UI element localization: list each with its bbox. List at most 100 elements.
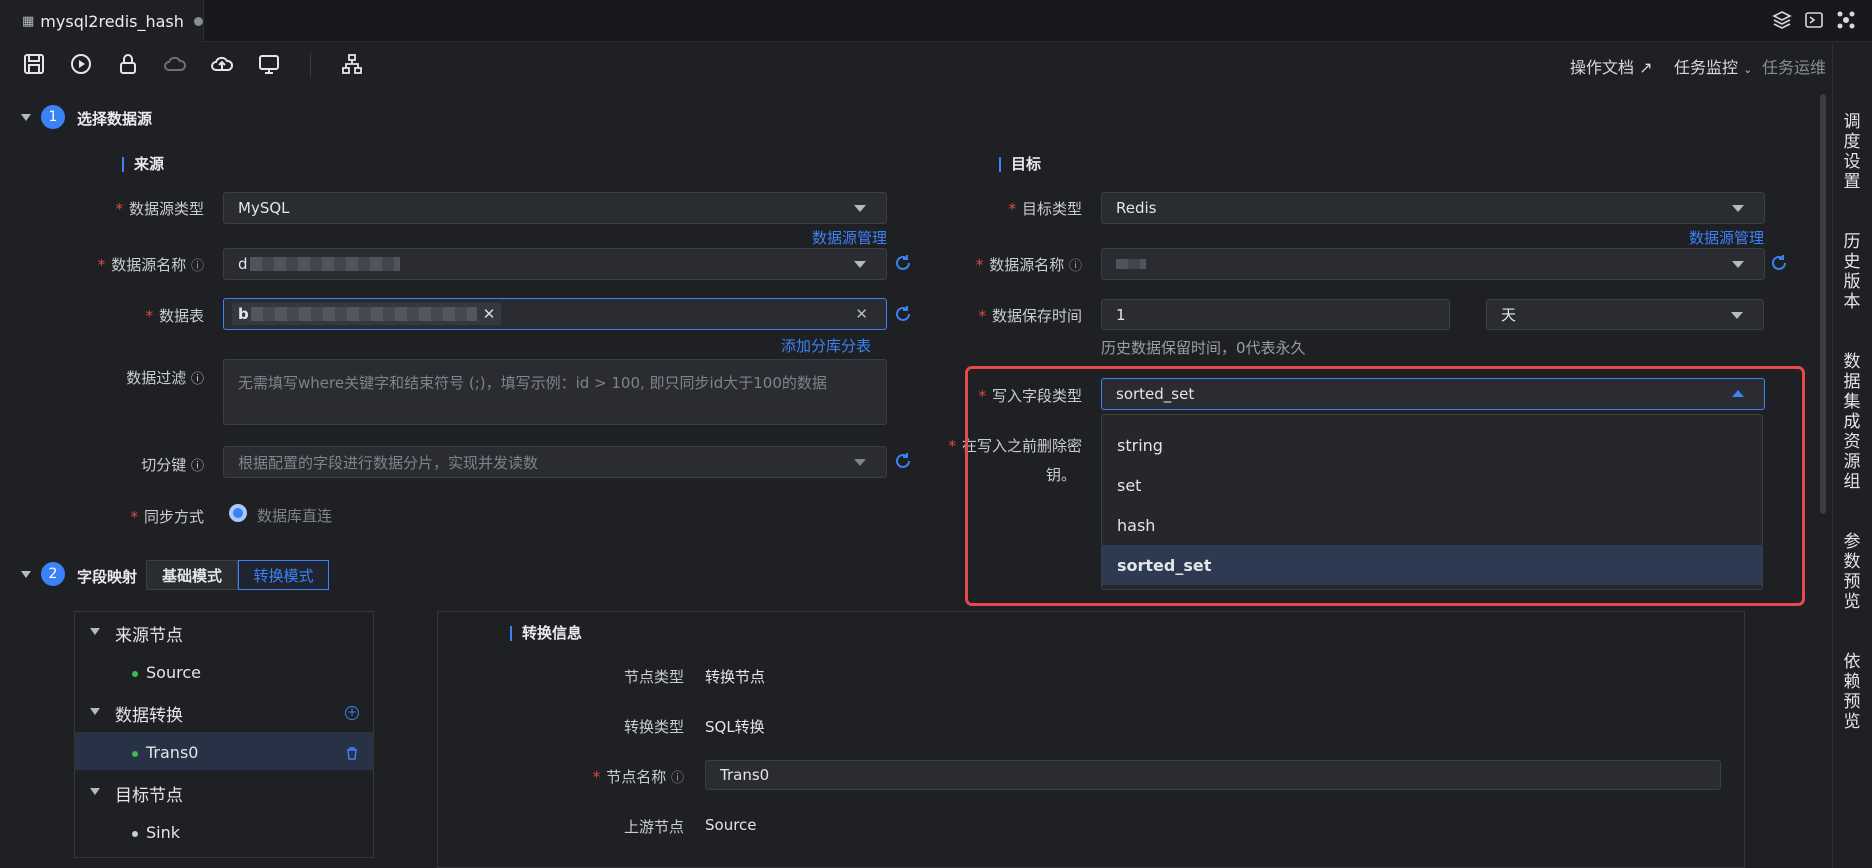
node-name-label: * 节点名称 ⓘ [592,768,684,786]
refresh-icon[interactable] [1770,254,1788,272]
tree-transform-row[interactable] [75,732,373,770]
tree-sink-head: 目标节点 [115,786,183,806]
refresh-icon[interactable] [894,452,912,470]
node-name-value: Trans0 [720,766,770,784]
filter-textarea[interactable]: 无需填写where关键字和结束符号 (;)，填写示例：id > 100, 即只同… [223,359,887,425]
step1-title: 选择数据源 [77,110,153,128]
cloud-check-icon [163,52,189,78]
collapse-step1-icon[interactable] [21,114,31,121]
node-type-value: 转换节点 [705,668,766,686]
table-tag-text: b [238,305,249,323]
retention-value: 1 [1116,305,1126,324]
sync-radio-label: 数据库直连 [257,507,333,525]
expand-icon[interactable] [90,708,100,715]
chevron-down-icon [854,261,866,268]
chevron-down-icon: ⌄ [1743,63,1753,76]
delete-icon[interactable] [346,746,358,760]
upstream-value: Source [705,816,757,834]
refresh-icon[interactable] [894,254,912,272]
target-name-label: * 数据源名称 ⓘ [975,256,1082,274]
tree-sink-item[interactable]: Sink [132,823,180,842]
scrollbar[interactable] [1820,94,1826,514]
source-type-label: * 数据源类型 [115,200,204,218]
refresh-icon[interactable] [894,305,912,323]
info-icon: ⓘ [190,459,204,474]
node-type-label: 节点类型 [623,668,684,686]
mode-transform-tab[interactable]: 转换模式 [238,560,329,590]
add-node-icon[interactable]: + [345,706,359,720]
redacted-text [249,257,400,271]
task-monitor-dropdown[interactable]: 任务监控 ⌄ [1674,54,1752,78]
filter-label: 数据过滤 ⓘ [126,369,204,387]
help-icon: ⓘ [670,771,684,786]
sidebar-item-params[interactable]: 参数预览 [1842,532,1862,612]
node-name-input[interactable]: Trans0 [705,760,1721,790]
highlight-box [965,366,1805,606]
tab-active[interactable]: ▦ mysql2redis_hash [0,0,204,42]
target-manage-link[interactable]: 数据源管理 [1689,227,1764,248]
retention-unit-select[interactable]: 天 [1486,299,1764,330]
expand-icon[interactable] [90,628,100,635]
source-name-label: * 数据源名称 ⓘ [97,256,204,274]
tree-source-head: 来源节点 [115,626,183,646]
tree-transform-head: 数据转换 [115,706,183,726]
doc-link[interactable]: 操作文档 ↗ [1570,54,1653,78]
table-tag[interactable]: b ✕ [232,303,502,325]
source-type-select[interactable]: MySQL [223,192,887,224]
sidebar-item-history[interactable]: 历史版本 [1842,232,1862,312]
run-icon[interactable] [69,52,95,78]
collapse-step2-icon[interactable] [21,571,31,578]
lock-icon[interactable] [116,52,142,78]
tag-close-icon[interactable]: ✕ [483,305,496,323]
source-name-select[interactable]: d [223,248,887,280]
retention-input[interactable]: 1 [1101,299,1450,330]
help-icon: ⓘ [1068,259,1082,274]
source-manage-link[interactable]: 数据源管理 [812,227,887,248]
task-monitor-label: 任务监控 [1674,58,1739,77]
flow-structure-icon[interactable] [340,52,366,78]
unsaved-dot-icon [193,16,203,26]
sync-label: * 同步方式 [130,508,204,526]
source-name-value: d [238,255,248,273]
sidebar-item-dependency[interactable]: 依赖预览 [1842,652,1862,732]
sidebar-item-resource-group[interactable]: 数据集成资源组 [1842,352,1862,492]
settings-cog-icon[interactable] [1836,10,1856,30]
chevron-down-icon [1731,312,1743,319]
layers-icon[interactable] [1772,10,1792,30]
expand-icon[interactable] [90,788,100,795]
terminal-icon[interactable] [1804,10,1824,30]
toolbar-divider [310,53,311,77]
step1-badge: 1 [41,105,65,129]
save-icon[interactable] [22,52,48,78]
split-key-select[interactable]: 根据配置的字段进行数据分片，实现并发读数 [223,446,887,478]
mode-basic-tab[interactable]: 基础模式 [146,560,238,590]
source-table-select[interactable]: b ✕ ✕ [223,298,887,330]
redacted-text [1116,259,1146,269]
database-icon: ▦ [22,13,35,29]
upstream-label: 上游节点 [623,818,684,836]
cloud-upload-icon[interactable] [210,52,236,78]
add-shard-link[interactable]: 添加分库分表 [781,335,871,356]
monitor-icon[interactable] [257,52,283,78]
target-name-select[interactable] [1101,248,1765,280]
source-type-value: MySQL [238,199,290,217]
target-type-label: * 目标类型 [1008,200,1082,218]
sync-radio[interactable] [229,504,247,522]
tree-transform-item[interactable]: Trans0 [132,743,198,762]
trans-type-label: 转换类型 [623,718,684,736]
target-type-select[interactable]: Redis [1101,192,1765,224]
chevron-down-icon [1732,261,1744,268]
tab-bar [0,0,1872,42]
filter-placeholder: 无需填写where关键字和结束符号 (;)，填写示例：id > 100, 即只同… [238,374,827,392]
target-title: 目标 [999,157,1041,172]
status-dot-icon [132,750,138,757]
target-type-value: Redis [1116,199,1157,217]
source-title: 来源 [122,157,164,172]
sidebar-item-schedule[interactable]: 调度设置 [1842,112,1862,192]
retention-unit-value: 天 [1501,306,1517,324]
clear-icon[interactable]: ✕ [855,305,868,323]
tree-source-item[interactable]: Source [132,663,201,682]
trans-type-value: SQL转换 [705,718,765,736]
split-key-placeholder: 根据配置的字段进行数据分片，实现并发读数 [238,453,539,472]
chevron-down-icon [854,205,866,212]
